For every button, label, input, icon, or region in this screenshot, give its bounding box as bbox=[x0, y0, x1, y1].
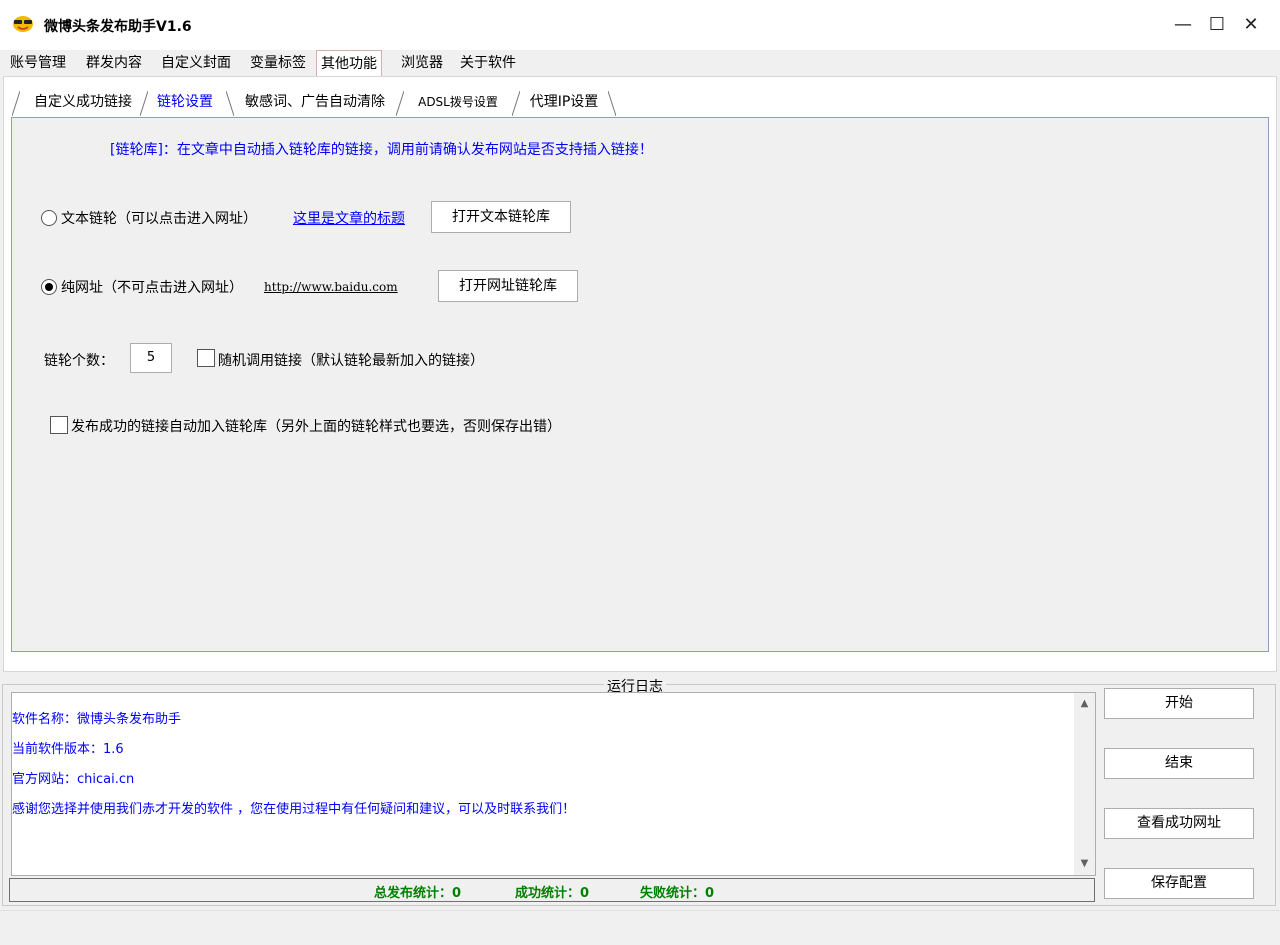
maximize-button[interactable]: ☐ bbox=[1202, 10, 1232, 40]
stats-bar: 总发布统计：0 成功统计：0 失败统计：0 bbox=[9, 878, 1095, 902]
log-line: 当前软件版本：1.6 bbox=[12, 742, 124, 757]
run-log-textarea[interactable]: 软件名称：微博头条发布助手 当前软件版本：1.6 官方网站：chicai.cn … bbox=[11, 692, 1096, 876]
link-wheel-settings-panel bbox=[11, 117, 1269, 652]
tab-link-wheel[interactable]: 链轮设置 bbox=[150, 88, 220, 116]
log-line: 官方网站：chicai.cn bbox=[12, 772, 135, 787]
close-button[interactable]: ✕ bbox=[1236, 10, 1266, 40]
tab-separator-icon bbox=[12, 91, 20, 116]
open-text-link-lib-button[interactable]: 打开文本链轮库 bbox=[431, 201, 571, 233]
start-button[interactable]: 开始 bbox=[1104, 688, 1254, 719]
tab-separator-icon bbox=[608, 91, 616, 116]
tab-proxy-ip[interactable]: 代理IP设置 bbox=[524, 88, 604, 116]
fail-count: 失败统计：0 bbox=[640, 886, 715, 901]
view-success-urls-button[interactable]: 查看成功网址 bbox=[1104, 808, 1254, 839]
log-scrollbar[interactable]: ▲ ▼ bbox=[1074, 693, 1095, 875]
tab-other-functions[interactable]: 其他功能 bbox=[316, 50, 382, 77]
tab-separator-icon bbox=[226, 91, 234, 116]
window-title: 微博头条发布助手V1.6 bbox=[44, 19, 192, 35]
total-publish-count: 总发布统计：0 bbox=[374, 886, 462, 901]
app-logo-icon bbox=[13, 16, 33, 32]
success-count: 成功统计：0 bbox=[515, 886, 590, 901]
auto-add-link-label[interactable]: 发布成功的链接自动加入链轮库（另外上面的链轮样式也要选，否则保存出错） bbox=[71, 416, 561, 436]
tab-account[interactable]: 账号管理 bbox=[6, 51, 70, 75]
link-count-input[interactable]: 5 bbox=[130, 343, 172, 373]
scroll-up-icon[interactable]: ▲ bbox=[1074, 695, 1095, 713]
tab-custom-success-link[interactable]: 自定义成功链接 bbox=[26, 88, 140, 116]
open-url-link-lib-button[interactable]: 打开网址链轮库 bbox=[438, 270, 578, 302]
main-tab-bar: 账号管理 群发内容 自定义封面 变量标签 其他功能 浏览器 关于软件 bbox=[0, 50, 1280, 77]
scroll-down-icon[interactable]: ▼ bbox=[1074, 855, 1095, 873]
link-count-label: 链轮个数： bbox=[44, 353, 114, 369]
text-link-radio[interactable] bbox=[41, 210, 57, 226]
random-link-checkbox[interactable] bbox=[197, 349, 215, 367]
tab-group-content[interactable]: 群发内容 bbox=[82, 51, 146, 75]
auto-add-link-checkbox[interactable] bbox=[50, 416, 68, 434]
log-line: 感谢您选择并使用我们赤才开发的软件 ，您在使用过程中有任何疑问和建议，可以及时联… bbox=[12, 802, 576, 817]
url-link-radio[interactable] bbox=[41, 279, 57, 295]
link-wheel-info-text: [链轮库]：在文章中自动插入链轮库的链接，调用前请确认发布网站是否支持插入链接！ bbox=[110, 142, 653, 158]
tab-sensitive-words[interactable]: 敏感词、广告自动清除 bbox=[238, 88, 392, 116]
save-config-button[interactable]: 保存配置 bbox=[1104, 868, 1254, 899]
tab-custom-cover[interactable]: 自定义封面 bbox=[157, 51, 235, 75]
tab-separator-icon bbox=[140, 91, 148, 116]
log-line: 软件名称：微博头条发布助手 bbox=[12, 712, 182, 727]
tab-variable-tags[interactable]: 变量标签 bbox=[246, 51, 310, 75]
stop-button[interactable]: 结束 bbox=[1104, 748, 1254, 779]
tab-separator-icon bbox=[512, 91, 520, 116]
tab-adsl-dialing[interactable]: ADSL拨号设置 bbox=[408, 88, 508, 116]
url-link-sample[interactable]: http://www.baidu.com bbox=[264, 280, 398, 294]
tab-separator-icon bbox=[396, 91, 404, 116]
tab-about[interactable]: 关于软件 bbox=[456, 51, 520, 75]
title-bar: 微博头条发布助手V1.6 — ☐ ✕ bbox=[0, 0, 1280, 50]
text-link-label[interactable]: 文本链轮（可以点击进入网址） bbox=[61, 208, 257, 228]
minimize-button[interactable]: — bbox=[1168, 10, 1198, 40]
tab-browser[interactable]: 浏览器 bbox=[397, 51, 447, 75]
url-link-label[interactable]: 纯网址（不可点击进入网址） bbox=[61, 277, 243, 297]
random-link-label[interactable]: 随机调用链接（默认链轮最新加入的链接） bbox=[218, 350, 484, 370]
status-bar bbox=[0, 910, 1280, 935]
text-link-sample[interactable]: 这里是文章的标题 bbox=[293, 208, 405, 228]
